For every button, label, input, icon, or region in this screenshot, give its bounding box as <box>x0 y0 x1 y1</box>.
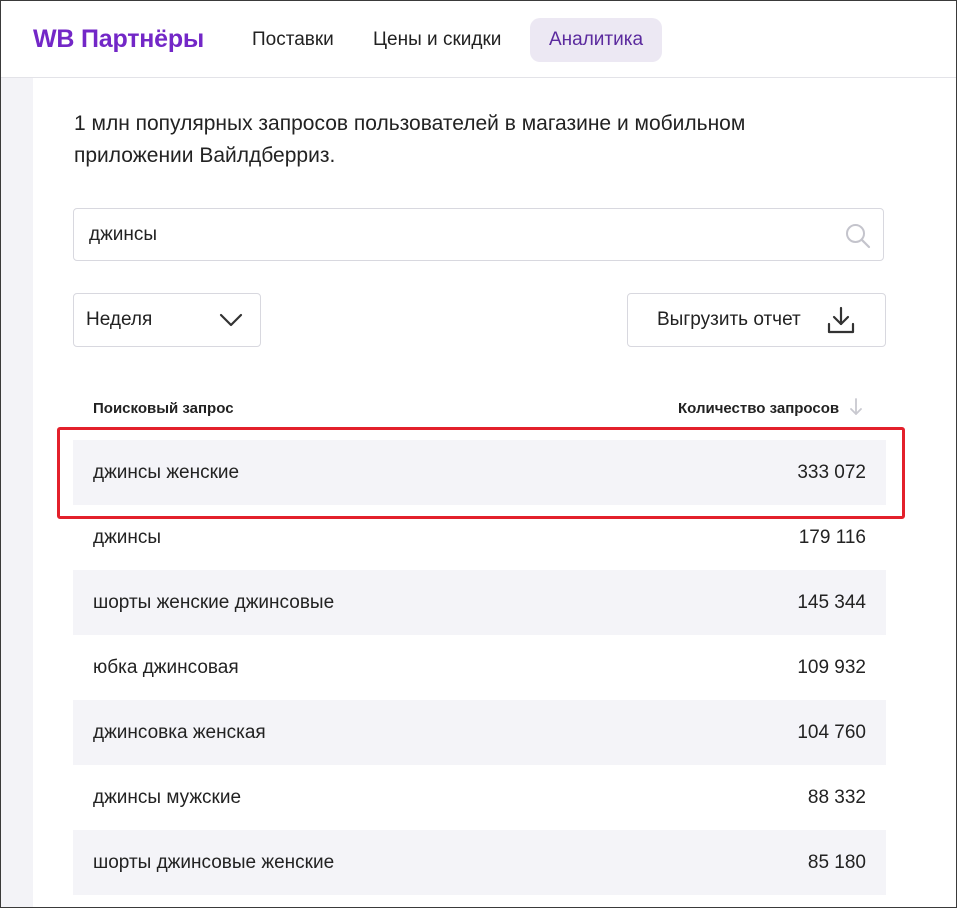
main-content: 1 млн популярных запросов пользователей … <box>33 78 956 907</box>
nav-item-prices-discounts[interactable]: Цены и скидки <box>373 18 501 62</box>
arrow-down-icon[interactable] <box>848 396 864 418</box>
count-cell: 333 072 <box>797 462 866 483</box>
query-cell: джинсовка женская <box>93 722 266 743</box>
search-input[interactable] <box>89 209 829 260</box>
sidebar-strip <box>1 78 33 907</box>
results-table: джинсы женские 333 072 джинсы 179 116 шо… <box>73 440 886 895</box>
export-report-button[interactable]: Выгрузить отчет <box>627 293 886 347</box>
query-cell: юбка джинсовая <box>93 657 239 678</box>
count-cell: 85 180 <box>807 852 866 873</box>
nav-item-supplies[interactable]: Поставки <box>252 18 334 62</box>
nav-item-analytics[interactable]: Аналитика <box>530 18 662 62</box>
table-row[interactable]: шорты женские джинсовые 145 344 <box>73 570 886 635</box>
count-cell: 104 760 <box>797 722 866 743</box>
top-header: WB Партнёры Поставки Цены и скидки Анали… <box>1 1 956 78</box>
table-row[interactable]: юбка джинсовая 109 932 <box>73 635 886 700</box>
count-cell: 145 344 <box>797 592 866 613</box>
count-cell: 179 116 <box>798 527 866 548</box>
table-row[interactable]: джинсы женские 333 072 <box>73 440 886 505</box>
query-cell: шорты джинсовые женские <box>93 852 335 873</box>
app-window: WB Партнёры Поставки Цены и скидки Анали… <box>0 0 957 908</box>
query-cell: джинсы женские <box>93 462 240 483</box>
download-icon <box>827 306 855 334</box>
table-row[interactable]: джинсы мужские 88 332 <box>73 765 886 830</box>
page-description: 1 млн популярных запросов пользователей … <box>74 112 746 167</box>
table-row[interactable]: джинсы 179 116 <box>73 505 886 570</box>
period-select[interactable]: Неделя <box>73 293 261 347</box>
query-cell: джинсы мужские <box>93 787 242 808</box>
column-header-query: Поисковый запрос <box>93 400 234 417</box>
logo[interactable]: WB Партнёры <box>33 25 204 54</box>
chevron-down-icon <box>219 313 243 327</box>
query-cell: джинсы <box>93 527 162 548</box>
count-cell: 88 332 <box>807 787 866 808</box>
column-header-count[interactable]: Количество запросов <box>678 400 839 417</box>
query-cell: шорты женские джинсовые <box>93 592 335 613</box>
export-report-label: Выгрузить отчет <box>657 309 801 330</box>
count-cell: 109 932 <box>797 657 866 678</box>
table-row[interactable]: шорты джинсовые женские 85 180 <box>73 830 886 895</box>
period-selected-value: Неделя <box>86 309 153 330</box>
search-icon[interactable] <box>844 222 872 250</box>
search-box <box>73 208 884 261</box>
table-row[interactable]: джинсовка женская 104 760 <box>73 700 886 765</box>
